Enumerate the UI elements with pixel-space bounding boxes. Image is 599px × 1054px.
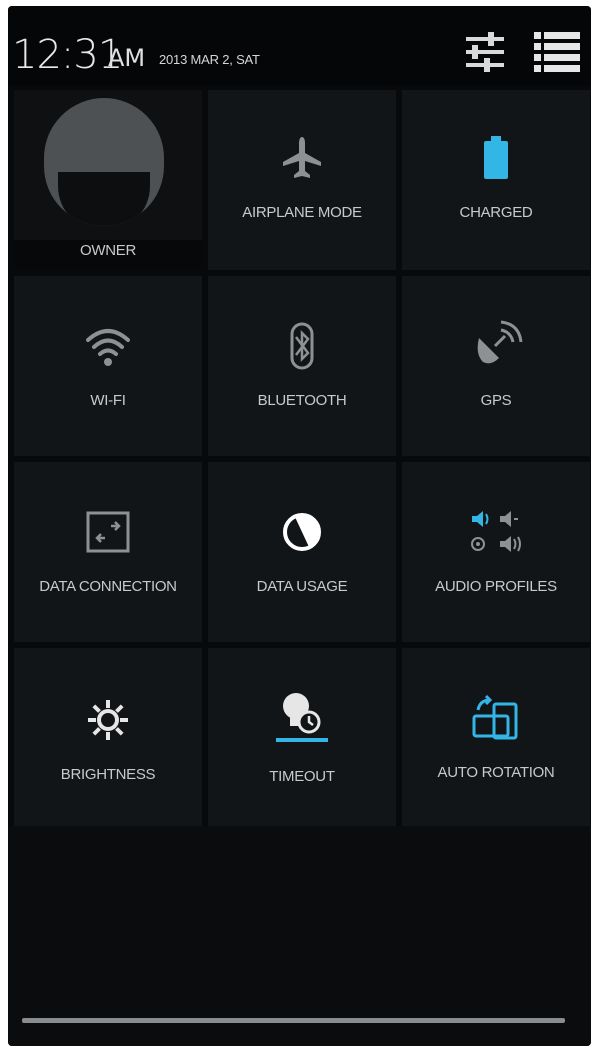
- clock-time: 12:31: [12, 32, 123, 78]
- tile-auto-rotation[interactable]: AUTO ROTATION: [402, 648, 590, 828]
- tile-label: AIRPLANE MODE: [242, 204, 362, 221]
- tile-label: OWNER: [80, 242, 136, 259]
- tile-airplane-mode[interactable]: AIRPLANE MODE: [208, 90, 396, 270]
- audio-profiles-icon: [402, 502, 590, 562]
- tile-label: AUTO ROTATION: [437, 764, 555, 781]
- panel-drag-handle[interactable]: [22, 1018, 565, 1023]
- tile-label: WI-FI: [90, 392, 126, 409]
- airplane-icon: [208, 128, 396, 188]
- tile-wifi[interactable]: WI-FI: [14, 276, 202, 456]
- tile-timeout[interactable]: TIMEOUT: [208, 648, 396, 828]
- tile-brightness[interactable]: BRIGHTNESS: [14, 648, 202, 828]
- tile-label: TIMEOUT: [269, 768, 335, 785]
- tile-audio-profiles[interactable]: AUDIO PROFILES: [402, 462, 590, 642]
- tile-label: AUDIO PROFILES: [435, 578, 557, 595]
- battery-icon: [402, 128, 590, 188]
- tile-data-usage[interactable]: DATA USAGE: [208, 462, 396, 642]
- auto-rotation-icon: [402, 688, 590, 748]
- tile-label: DATA CONNECTION: [39, 578, 177, 595]
- tile-battery[interactable]: CHARGED: [402, 90, 590, 270]
- data-usage-icon: [208, 502, 396, 562]
- clock-ampm: AM: [108, 44, 146, 72]
- panel-empty-area: [8, 826, 591, 1046]
- brightness-icon: [14, 690, 202, 750]
- tile-data-connection[interactable]: DATA CONNECTION: [14, 462, 202, 642]
- quick-settings-panel: 12:31 AM 2013 MAR 2, SAT OWNER AIRPLANE …: [8, 6, 591, 1046]
- user-avatar-icon: [44, 98, 164, 226]
- tile-gps[interactable]: GPS: [402, 276, 590, 456]
- quick-settings-grid: OWNER AIRPLANE MODE CHARGED WI-FI BLUETO…: [8, 86, 591, 828]
- tile-label: BLUETOOTH: [257, 392, 347, 409]
- list-menu-icon[interactable]: [532, 28, 584, 76]
- tile-label: GPS: [480, 392, 512, 409]
- status-bar: 12:31 AM 2013 MAR 2, SAT: [8, 6, 591, 86]
- bluetooth-icon: [208, 316, 396, 376]
- timeout-icon: [208, 684, 396, 744]
- tile-label: CHARGED: [459, 204, 533, 221]
- tile-bluetooth[interactable]: BLUETOOTH: [208, 276, 396, 456]
- wifi-icon: [14, 316, 202, 376]
- settings-sliders-icon[interactable]: [460, 28, 512, 76]
- status-date: 2013 MAR 2, SAT: [159, 52, 260, 67]
- gps-icon: [402, 316, 590, 376]
- data-connection-icon: [14, 502, 202, 562]
- tile-label: BRIGHTNESS: [60, 766, 156, 783]
- tile-owner[interactable]: OWNER: [14, 90, 202, 270]
- tile-label: DATA USAGE: [256, 578, 348, 595]
